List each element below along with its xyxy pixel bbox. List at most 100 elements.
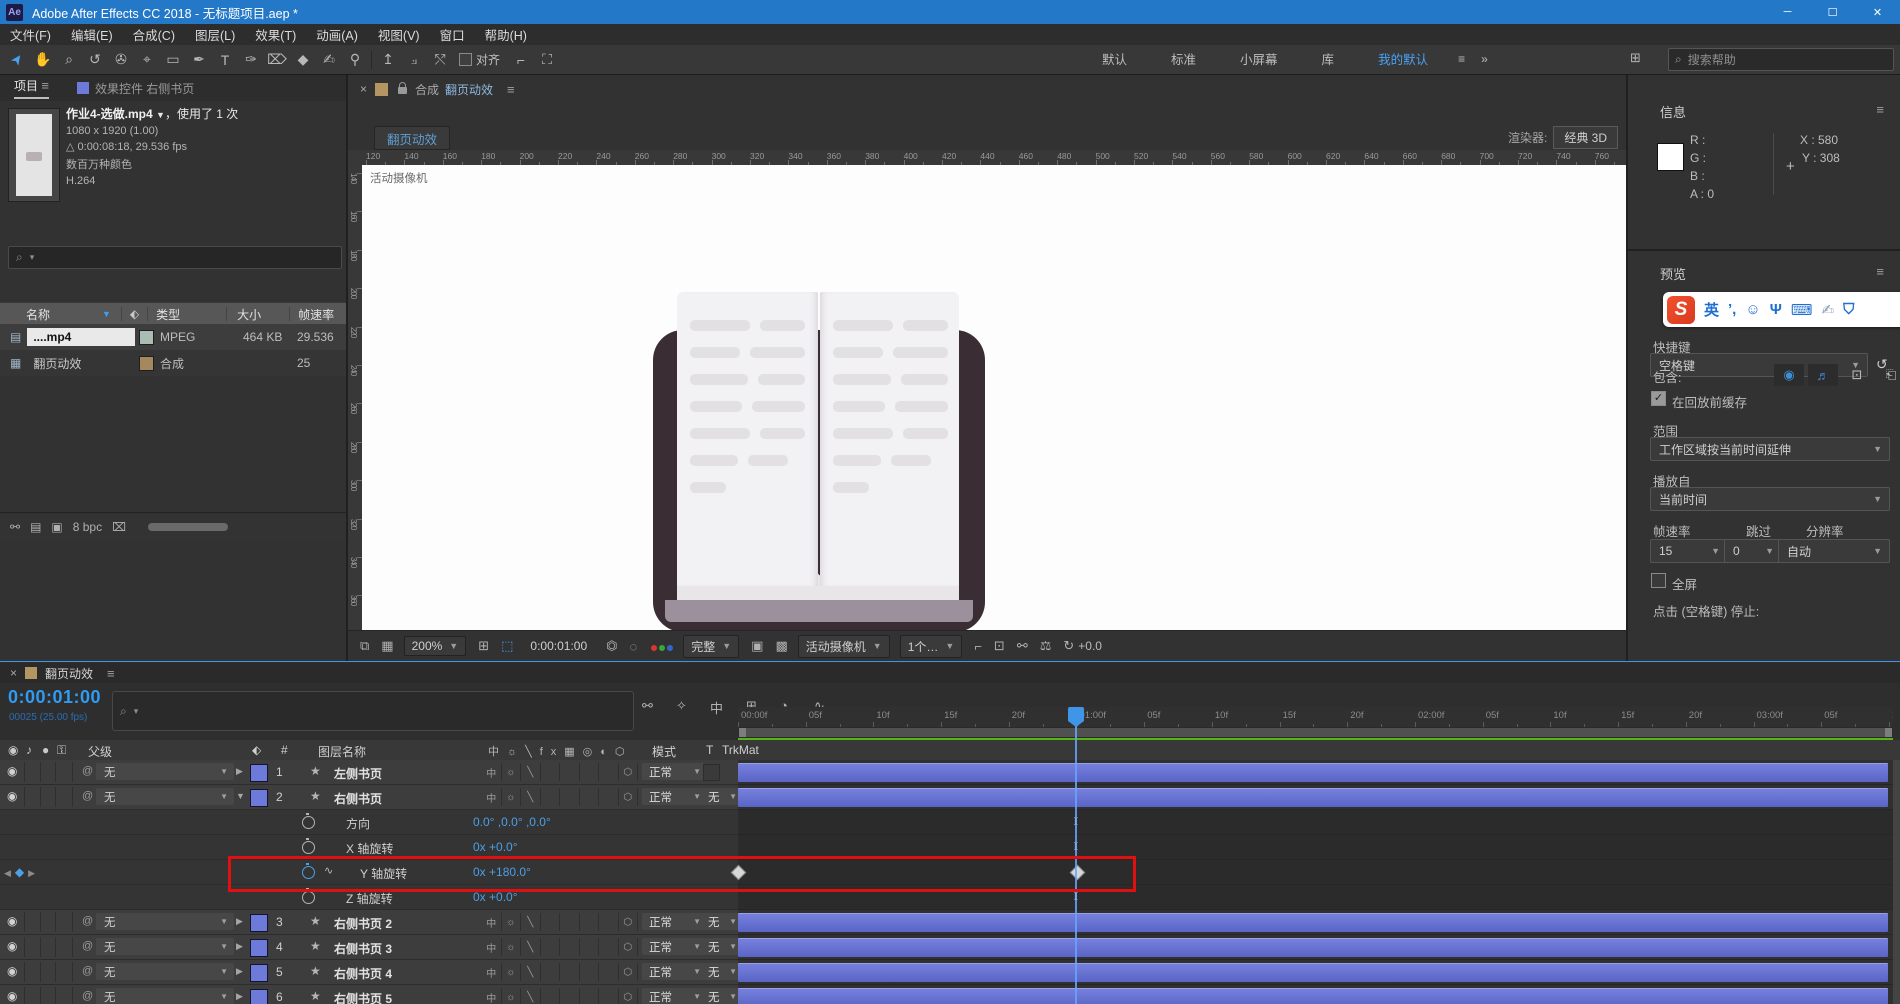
share-icon[interactable]: ⎗ (1876, 364, 1900, 386)
eye-icon[interactable]: ◉ (7, 764, 17, 778)
grid-options-icon[interactable]: ⛶ (534, 51, 560, 68)
skip-dropdown[interactable]: 0 ▼ (1724, 539, 1782, 563)
layer-color-chip[interactable] (250, 964, 268, 982)
layer-color-chip[interactable] (250, 789, 268, 807)
switch-cell[interactable]: ☼ (502, 963, 521, 981)
workspace-tab-库[interactable]: 库 (1300, 49, 1357, 68)
parent-pickwhip-icon[interactable]: @ (82, 765, 93, 777)
layer-row[interactable]: ◉ @ 无 ▼ ▶ 5 ★ 右侧书页 4 中 ☼ ╲ ⬡ 正常 ▼ 无 ▼ (0, 960, 1900, 985)
mode-dropdown[interactable]: 正常 ▼ (642, 963, 705, 980)
mic-icon[interactable]: Ψ (1770, 301, 1782, 318)
switch-cell[interactable]: ☼ (502, 913, 521, 931)
label-color-swatch[interactable] (139, 329, 154, 345)
panel-menu-icon[interactable]: ≡ (1876, 102, 1884, 117)
bit-depth-label[interactable]: 8 bpc (73, 520, 102, 534)
layer-name[interactable]: 右侧书页 4 (334, 965, 392, 982)
mini-flowchart-icon[interactable]: ⚯ (642, 698, 653, 714)
property-row[interactable]: 方向 0.0° ,0.0° ,0.0° I (0, 810, 1900, 835)
sogou-logo[interactable]: S (1667, 295, 1695, 324)
hand-tool-icon[interactable]: ✋ (30, 51, 56, 68)
layer-color-chip[interactable] (250, 914, 268, 932)
property-name[interactable]: X 轴旋转 (346, 840, 393, 857)
trkmat-dropdown[interactable]: 无 ▼ (703, 963, 741, 980)
snap-align-toggle[interactable]: 对齐 (459, 51, 500, 68)
eye-icon[interactable]: ◉ (7, 914, 17, 928)
switch-cell[interactable] (599, 788, 619, 806)
row-track[interactable] (738, 760, 1893, 785)
label-color-swatch[interactable] (139, 355, 154, 371)
switch-cell[interactable] (599, 963, 619, 981)
expander-arrow[interactable]: ▼ (236, 791, 245, 801)
reset-exposure-icon[interactable]: ⚖ (1040, 638, 1052, 654)
play-from-dropdown[interactable]: 当前时间 ▼ (1650, 487, 1890, 511)
switch-cell[interactable] (560, 788, 580, 806)
switch-cell[interactable]: ⬡ (619, 938, 638, 956)
puppet-pin-tool-icon[interactable]: ⚲ (342, 51, 368, 68)
work-area-start-handle[interactable] (739, 728, 746, 737)
current-time-display[interactable]: 0:00:01:00 (8, 687, 101, 708)
switch-cell[interactable]: ☼ (502, 788, 521, 806)
layer-switches[interactable]: 中 ☼ ╲ ⬡ (482, 963, 638, 981)
switch-cell[interactable]: ☼ (502, 988, 521, 1004)
switch-cell[interactable] (560, 988, 580, 1004)
expander-arrow[interactable]: ▶ (236, 991, 243, 1002)
stopwatch-icon[interactable] (302, 813, 315, 829)
layer-duration-bar[interactable] (738, 988, 1888, 1004)
eye-icon[interactable]: ◉ (7, 789, 17, 803)
project-item-row[interactable]: ▤ ....mp4 MPEG 464 KB 29.536 (0, 324, 346, 350)
switch-cell[interactable] (599, 938, 619, 956)
mode-dropdown[interactable]: 正常 ▼ (642, 938, 705, 955)
view-layout-dropdown[interactable]: 1个… ▼ (899, 634, 963, 658)
switch-cell[interactable] (599, 763, 619, 781)
switch-cell[interactable]: ☼ (502, 938, 521, 956)
horizontal-ruler[interactable]: 120 140 160 180 200 220 240 260 280 300 320 340 360 3… (362, 150, 1626, 166)
layer-name[interactable]: 右侧书页 3 (334, 940, 392, 957)
switch-cell[interactable] (599, 988, 619, 1004)
menu-图层(L)[interactable]: 图层(L) (185, 25, 245, 44)
layer-color-chip[interactable] (250, 989, 268, 1004)
menu-窗口[interactable]: 窗口 (430, 25, 475, 44)
close-tab-icon[interactable]: × (10, 666, 17, 680)
parent-pickwhip-icon[interactable]: @ (82, 940, 93, 952)
region-of-interest-icon[interactable]: ⬚ (501, 638, 513, 654)
row-outline[interactable]: ◉ @ 无 ▼ ▶ 6 ★ 右侧书页 5 中 ☼ ╲ ⬡ 正常 ▼ 无 ▼ (0, 985, 741, 1004)
sogou-ime-bar[interactable]: S 英 ’, ☺ Ψ ⌨ ✍ ⛉ (1663, 292, 1900, 327)
switch-cell[interactable]: ⬡ (619, 913, 638, 931)
show-snapshot-icon[interactable]: ◌ (630, 639, 638, 654)
row-outline[interactable]: 方向 0.0° ,0.0° ,0.0° (0, 810, 738, 835)
row-outline[interactable]: ◉ @ 无 ▼ ▼ 2 ★ 右侧书页中 ☼ ╲ ⬡ 正常 ▼ 无 ▼ (0, 785, 741, 810)
trkmat-dropdown[interactable]: 无 ▼ (703, 788, 741, 805)
layer-name[interactable]: 右侧书页 5 (334, 990, 392, 1004)
switch-cell[interactable]: ╲ (521, 938, 541, 956)
exposure-value[interactable]: +0.0 (1078, 639, 1102, 653)
shy-layers-icon[interactable]: 中 (710, 698, 723, 717)
viewer-comp-tab[interactable]: 翻页动效 (374, 126, 451, 150)
shape-tool-icon[interactable]: ▭ (160, 51, 186, 68)
layer-row[interactable]: ◉ @ 无 ▼ ▶ 1 ★ 左侧书页中 ☼ ╲ ⬡ 正常 ▼ (0, 760, 1900, 785)
pan-behind-tool-icon[interactable]: ⌖ (134, 51, 160, 68)
include-audio-icon[interactable]: ♬ (1808, 364, 1838, 386)
project-item-row[interactable]: ▦ 翻页动效 合成 25 (0, 350, 346, 376)
workspace-menu-icon[interactable]: ≡ (1450, 52, 1473, 66)
eye-icon[interactable]: ◉ (7, 989, 17, 1003)
menu-文件(F)[interactable]: 文件(F) (0, 25, 61, 44)
layer-duration-bar[interactable] (738, 938, 1888, 957)
mode-dropdown[interactable]: 正常 ▼ (642, 763, 705, 780)
mode-dropdown[interactable]: 正常 ▼ (642, 988, 705, 1004)
property-name[interactable]: 方向 (346, 815, 370, 832)
layer-row[interactable]: ◉ @ 无 ▼ ▶ 3 ★ 右侧书页 2 中 ☼ ╲ ⬡ 正常 ▼ 无 ▼ (0, 910, 1900, 935)
switch-cell[interactable] (541, 938, 560, 956)
work-area-end-handle[interactable] (1885, 728, 1892, 737)
row-outline[interactable]: ◉ @ 无 ▼ ▶ 3 ★ 右侧书页 2 中 ☼ ╲ ⬡ 正常 ▼ 无 ▼ (0, 910, 741, 935)
property-value[interactable]: 0x +0.0° (473, 890, 518, 904)
ime-punctuation[interactable]: ’, (1728, 301, 1736, 318)
workspace-overflow-icon[interactable]: » (1473, 52, 1496, 66)
tab-project[interactable]: 项目 ≡ (14, 77, 49, 99)
switch-cell[interactable]: 中 (482, 913, 502, 931)
time-ruler[interactable]: 00:00f 05f 10f 15f 20f 01:00f 05f 10f 15f 20f 02:0… (738, 707, 1893, 727)
clone-stamp-tool-icon[interactable]: ⌦ (264, 51, 290, 68)
switch-cell[interactable] (580, 913, 599, 931)
eye-icon[interactable]: ◉ (7, 964, 17, 978)
preview-time[interactable]: 0:00:01:00 (523, 637, 594, 655)
unlock-icon[interactable] (398, 82, 408, 94)
